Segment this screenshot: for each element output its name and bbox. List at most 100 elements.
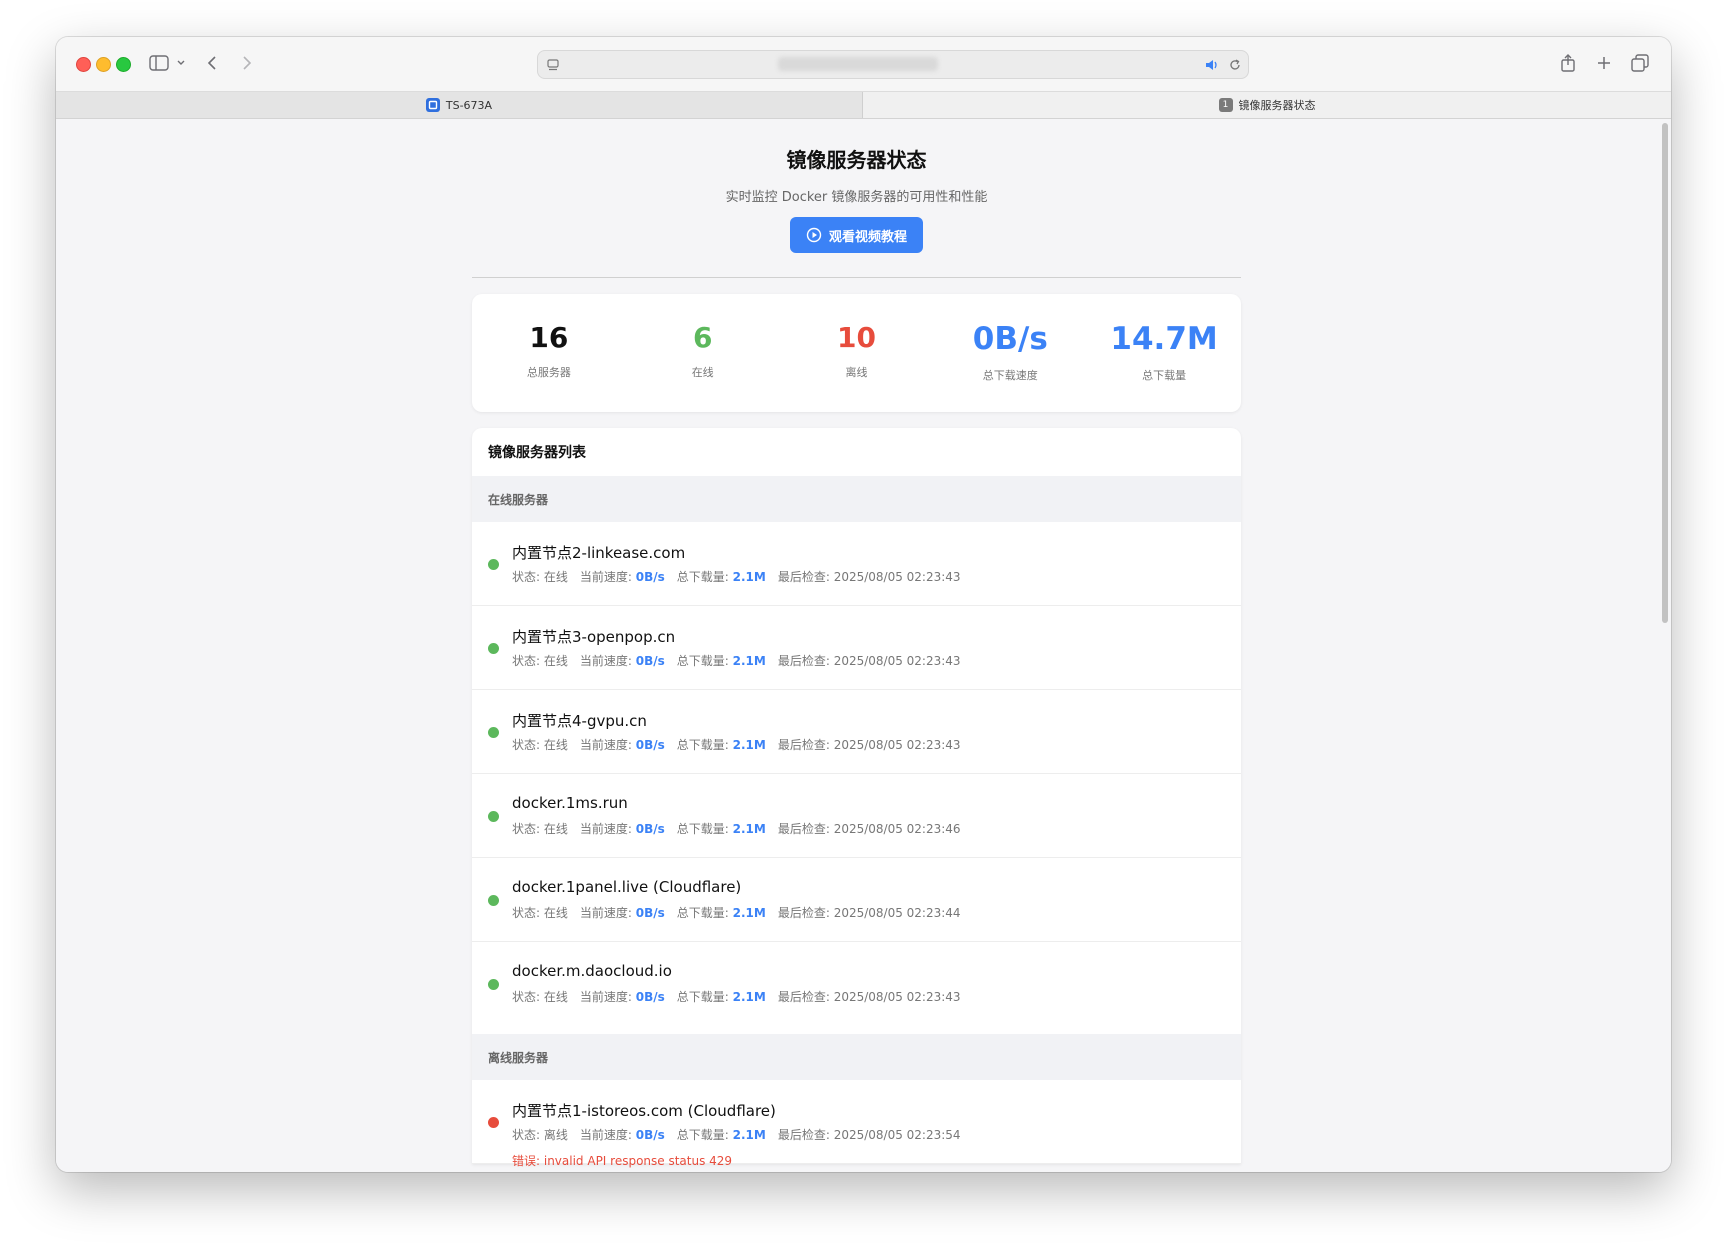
total-label: 总下载量: <box>676 822 733 836</box>
status-value: 在线 <box>543 738 568 752</box>
speed-label: 当前速度: <box>579 906 636 920</box>
error-label: 错误: <box>512 1154 544 1168</box>
status-label: 状态: <box>512 906 544 920</box>
address-bar[interactable] <box>537 50 1249 79</box>
last-check-value: 2025/08/05 02:23:44 <box>833 906 961 920</box>
total-label: 总下载量: <box>676 738 733 752</box>
total-label: 总下载量: <box>676 654 733 668</box>
total-value: 2.1M <box>732 1128 766 1142</box>
offline-server-list: 内置节点1-istoreos.com (Cloudflare) 状态: 离线 当前速… <box>472 1080 1241 1168</box>
server-row[interactable]: docker.1ms.run 状态: 在线 当前速度: 0B/s 总下载量: 2.1M… <box>472 774 1241 858</box>
scrollbar-thumb[interactable] <box>1662 123 1668 623</box>
forward-arrow-icon[interactable] <box>237 50 257 76</box>
server-name: docker.1ms.run <box>512 794 628 812</box>
minimize-window-button[interactable] <box>96 57 111 72</box>
page-subtitle: 实时监控 Docker 镜像服务器的可用性和性能 <box>725 190 988 205</box>
last-check-value: 2025/08/05 02:23:54 <box>833 1128 961 1142</box>
status-label: 状态: <box>512 738 544 752</box>
reload-icon[interactable] <box>1228 57 1242 76</box>
server-row[interactable]: 内置节点2-linkease.com 状态: 在线 当前速度: 0B/s 总下载量: … <box>472 522 1241 606</box>
play-circle-icon <box>806 227 822 243</box>
online-servers-header: 在线服务器 <box>472 476 1241 522</box>
tab-mirror-status[interactable]: 1 镜像服务器状态 <box>863 92 1671 118</box>
status-label: 状态: <box>512 1128 544 1142</box>
tab-ts673a[interactable]: TS-673A <box>56 92 863 118</box>
page-title: 镜像服务器状态 <box>786 148 927 172</box>
server-meta: 状态: 在线 当前速度: 0B/s 总下载量: 2.1M 最后检查: 2025/08/… <box>512 820 961 837</box>
watch-video-tutorial-button[interactable]: 观看视频教程 <box>789 217 923 253</box>
browser-toolbar <box>56 37 1671 92</box>
last-check-value: 2025/08/05 02:23:43 <box>833 990 961 1004</box>
page-menu-icon[interactable] <box>546 57 560 76</box>
speed-value: 0B/s <box>635 570 665 584</box>
share-icon[interactable] <box>1558 50 1578 76</box>
speaker-icon[interactable] <box>1204 57 1220 76</box>
stat-value: 0B/s <box>972 321 1048 357</box>
last-check-value: 2025/08/05 02:23:43 <box>833 570 961 584</box>
main-column: 镜像服务器状态 实时监控 Docker 镜像服务器的可用性和性能 观看视频教程 … <box>472 119 1241 1168</box>
server-name: docker.m.daocloud.io <box>512 962 672 980</box>
tab-overview-icon[interactable] <box>1630 50 1650 76</box>
server-name: 内置节点4-gvpu.cn <box>512 712 647 730</box>
speed-label: 当前速度: <box>579 1128 636 1142</box>
stat-label: 总服务器 <box>526 366 571 379</box>
sidebar-toggle-icon[interactable] <box>148 50 170 76</box>
server-name: 内置节点1-istoreos.com (Cloudflare) <box>512 1102 776 1120</box>
server-row[interactable]: 内置节点3-openpop.cn 状态: 在线 当前速度: 0B/s 总下载量: 2.… <box>472 606 1241 690</box>
speed-label: 当前速度: <box>579 738 636 752</box>
status-value: 在线 <box>543 990 568 1004</box>
status-value: 在线 <box>543 654 568 668</box>
last-check-label: 最后检查: <box>777 1128 834 1142</box>
server-row[interactable]: docker.1panel.live (Cloudflare) 状态: 在线 当前速… <box>472 858 1241 942</box>
close-window-button[interactable] <box>76 57 91 72</box>
status-value: 在线 <box>543 906 568 920</box>
stat-offline: 10 离线 <box>780 294 934 412</box>
status-label: 状态: <box>512 822 544 836</box>
total-value: 2.1M <box>732 738 766 752</box>
status-label: 状态: <box>512 570 544 584</box>
stat-total-servers: 16 总服务器 <box>472 294 626 412</box>
server-name: 内置节点2-linkease.com <box>512 544 686 562</box>
new-tab-plus-icon[interactable] <box>1594 50 1614 76</box>
tab-label: TS-673A <box>445 98 493 112</box>
server-list-title: 镜像服务器列表 <box>488 445 586 461</box>
error-message: invalid API response status 429 <box>543 1154 733 1168</box>
total-value: 2.1M <box>732 654 766 668</box>
server-row[interactable]: docker.m.daocloud.io 状态: 在线 当前速度: 0B/s 总下载量… <box>472 942 1241 1034</box>
last-check-label: 最后检查: <box>777 570 834 584</box>
chevron-down-icon[interactable] <box>174 50 188 76</box>
total-value: 2.1M <box>732 990 766 1004</box>
page-scrollbar[interactable] <box>1659 119 1671 1172</box>
total-value: 2.1M <box>732 570 766 584</box>
server-meta: 状态: 在线 当前速度: 0B/s 总下载量: 2.1M 最后检查: 2025/08/… <box>512 568 961 585</box>
stat-value: 6 <box>692 321 713 354</box>
stat-online: 6 在线 <box>626 294 780 412</box>
back-arrow-icon[interactable] <box>202 50 222 76</box>
offline-servers-header: 离线服务器 <box>472 1034 1241 1080</box>
server-meta: 状态: 在线 当前速度: 0B/s 总下载量: 2.1M 最后检查: 2025/08/… <box>512 904 961 921</box>
page-content: 镜像服务器状态 实时监控 Docker 镜像服务器的可用性和性能 观看视频教程 … <box>56 119 1659 1172</box>
speed-label: 当前速度: <box>579 822 636 836</box>
stats-card: 16 总服务器 6 在线 10 离线 0B/s 总下载速度 14.7M 总下载量 <box>472 294 1241 412</box>
total-value: 2.1M <box>732 906 766 920</box>
status-dot <box>488 727 499 738</box>
status-value: 在线 <box>543 822 568 836</box>
status-dot <box>488 895 499 906</box>
status-value: 离线 <box>543 1128 568 1142</box>
status-dot <box>488 643 499 654</box>
server-row[interactable]: 内置节点4-gvpu.cn 状态: 在线 当前速度: 0B/s 总下载量: 2.1M 最… <box>472 690 1241 774</box>
speed-value: 0B/s <box>635 906 665 920</box>
tab-favicon-badge: 1 <box>1218 98 1233 112</box>
last-check-label: 最后检查: <box>777 654 834 668</box>
stat-total-speed: 0B/s 总下载速度 <box>933 294 1087 412</box>
server-row[interactable]: 内置节点1-istoreos.com (Cloudflare) 状态: 离线 当前速… <box>472 1080 1241 1168</box>
server-list-card: 镜像服务器列表 在线服务器 内置节点2-linkease.com 状态: 在线 当前… <box>472 428 1241 1168</box>
last-check-value: 2025/08/05 02:23:43 <box>833 654 961 668</box>
speed-value: 0B/s <box>635 738 665 752</box>
zoom-window-button[interactable] <box>116 57 131 72</box>
qnap-favicon-icon <box>425 98 440 112</box>
total-label: 总下载量: <box>676 906 733 920</box>
stat-total-downloaded: 14.7M 总下载量 <box>1087 294 1241 412</box>
server-error: 错误: invalid API response status 429 <box>512 1152 732 1169</box>
status-label: 状态: <box>512 990 544 1004</box>
